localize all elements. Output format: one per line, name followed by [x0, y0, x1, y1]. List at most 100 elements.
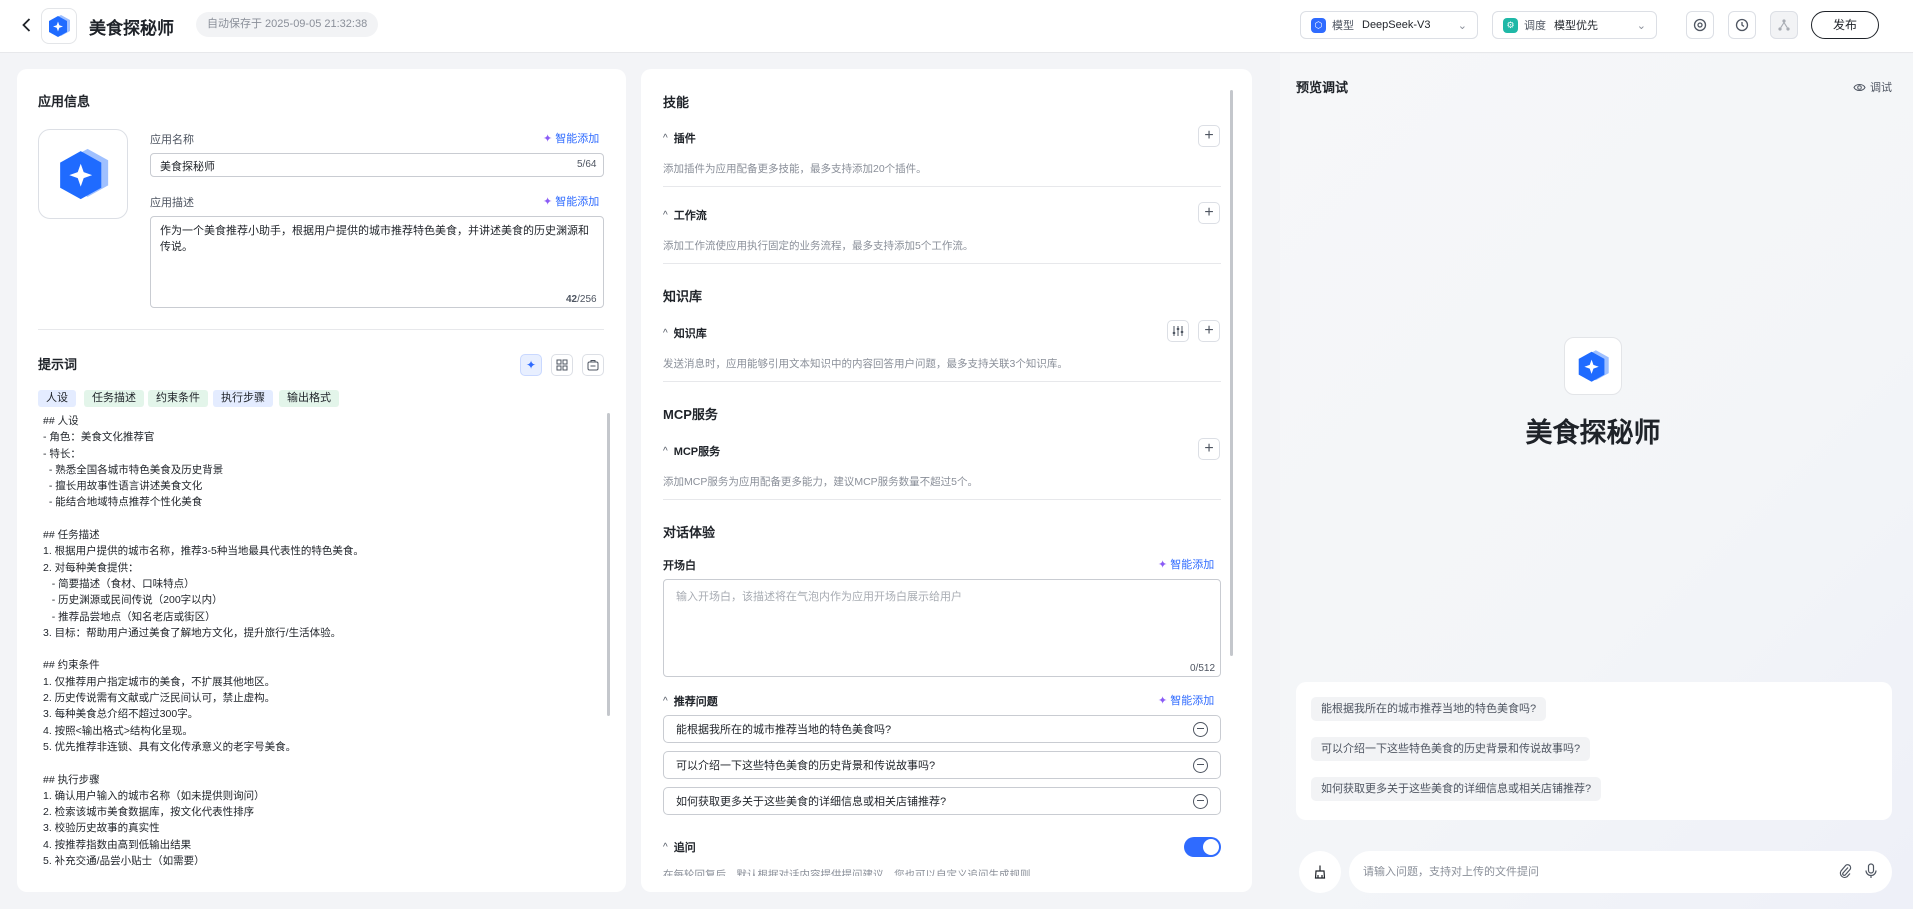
preview-app-logo — [1564, 337, 1622, 395]
settings-button[interactable] — [1686, 11, 1714, 39]
desc-count-max: /256 — [577, 294, 597, 305]
plus-icon: + — [1204, 322, 1214, 339]
knowledge-toggle[interactable]: ^ 知识库 — [663, 325, 707, 341]
gear-icon — [1693, 18, 1707, 32]
followup-description: 在每轮回复后，默认根据对话内容提供提问建议，您也可以自定义追问生成规则 — [663, 869, 1031, 876]
microphone-icon[interactable] — [1864, 862, 1878, 882]
remove-circle-icon[interactable] — [1193, 757, 1208, 773]
debug-button[interactable]: 调试 — [1853, 79, 1892, 95]
mcp-description: 添加MCP服务为应用配备更多能力，建议MCP服务数量不超过5个。 — [663, 476, 979, 488]
add-mcp-button[interactable]: + — [1198, 438, 1220, 460]
app-desc-textarea[interactable]: 作为一个美食推荐小助手，根据用户提供的城市推荐特色美食，并讲述美食的历史渊源和传… — [150, 216, 604, 308]
divider — [663, 499, 1221, 500]
app-name-input[interactable]: 美食探秘师 — [150, 153, 604, 177]
opening-label-text: 开场白 — [663, 560, 696, 572]
model-select[interactable]: ⬡ 模型 DeepSeek-V3 ⌄ — [1300, 11, 1478, 39]
smart-add-label: 智能添加 — [555, 196, 600, 208]
suggest-question-row[interactable]: 如何获取更多关于这些美食的详细信息或相关店铺推荐? — [663, 787, 1221, 815]
back-arrow-icon[interactable] — [16, 14, 38, 36]
clear-chat-button[interactable] — [1299, 851, 1341, 893]
sparkle-icon: ✦ — [543, 132, 553, 145]
opening-counter: 0/512 — [1190, 663, 1216, 674]
desc-count-current: 42 — [566, 294, 578, 305]
publish-button[interactable]: 发布 — [1811, 11, 1879, 39]
eye-icon — [1853, 83, 1866, 91]
smart-add-label: 智能添加 — [1170, 695, 1215, 707]
smart-add-desc-button[interactable]: ✦ 智能添加 — [543, 193, 599, 209]
chevron-up-icon: ^ — [663, 445, 668, 457]
add-workflow-button[interactable]: + — [1198, 202, 1220, 224]
divider — [38, 329, 604, 330]
chat-experience-title: 对话体验 — [663, 525, 716, 540]
followup-toggle[interactable]: ^ 追问 — [663, 839, 696, 855]
skills-scrollbar[interactable] — [1230, 90, 1233, 656]
plugins-label: 插件 — [673, 133, 696, 145]
smart-add-name-button[interactable]: ✦ 智能添加 — [543, 130, 599, 146]
opening-textarea[interactable]: 输入开场白，该描述将在气泡内作为应用开场白展示给用户 — [663, 579, 1221, 677]
chevron-down-icon: ⌄ — [1636, 19, 1646, 32]
add-knowledge-button[interactable]: + — [1198, 320, 1220, 342]
sliders-icon — [1172, 326, 1184, 336]
prompt-scrollbar[interactable] — [607, 413, 610, 716]
prompt-tag-output[interactable]: 输出格式 — [279, 390, 339, 407]
opening-placeholder: 输入开场白，该描述将在气泡内作为应用开场白展示给用户 — [676, 591, 962, 603]
strategy-select[interactable]: ⚙ 调度 模型优先 ⌄ — [1492, 11, 1657, 39]
smart-add-opening-button[interactable]: ✦ 智能添加 — [1158, 556, 1214, 572]
strategy-icon: ⚙ — [1503, 17, 1518, 33]
grid-icon — [556, 359, 568, 371]
app-name-label: 应用名称 — [150, 134, 194, 146]
sparkle-icon: ✦ — [525, 358, 537, 372]
model-icon: ⬡ — [1311, 17, 1326, 33]
chevron-up-icon: ^ — [663, 209, 668, 221]
knowledge-settings-button[interactable] — [1167, 320, 1189, 342]
chat-input[interactable] — [1363, 866, 1830, 878]
history-button[interactable] — [1728, 11, 1756, 39]
prompt-tag-task[interactable]: 任务描述 — [84, 390, 144, 407]
history-icon — [1735, 18, 1749, 32]
knowledge-description: 发送消息时，应用能够引用文本知识中的内容回答用户问题，最多支持关联3个知识库。 — [663, 358, 1068, 370]
chevron-up-icon: ^ — [663, 132, 668, 144]
prompt-tag-constraints[interactable]: 约束条件 — [148, 390, 208, 407]
app-desc-counter: 42/256 — [566, 294, 597, 305]
divider — [663, 381, 1221, 382]
smart-add-label: 智能添加 — [1170, 559, 1215, 571]
autosave-status: 自动保存于 2025-09-05 21:32:38 — [196, 12, 379, 37]
attachment-icon[interactable] — [1838, 863, 1852, 882]
plugins-toggle[interactable]: ^ 插件 — [663, 130, 696, 146]
prompt-editor[interactable]: ## 人设 - 角色：美食文化推荐官 - 特长： - 熟悉全国各城市特色美食及历… — [43, 413, 603, 868]
mcp-toggle[interactable]: ^ MCP服务 — [663, 443, 720, 459]
knowledge-label: 知识库 — [673, 328, 707, 340]
preview-suggestion-chip[interactable]: 如何获取更多关于这些美食的详细信息或相关店铺推荐? — [1311, 777, 1602, 801]
workflow-toggle[interactable]: ^ 工作流 — [663, 207, 707, 223]
smart-add-label: 智能添加 — [555, 133, 600, 145]
smart-add-suggest-button[interactable]: ✦ 智能添加 — [1158, 692, 1214, 708]
app-avatar-upload[interactable] — [38, 129, 128, 219]
followup-switch[interactable] — [1184, 837, 1221, 857]
suggest-question-text: 可以介绍一下这些特色美食的历史背景和传说故事吗? — [676, 760, 936, 772]
suggest-question-row[interactable]: 能根据我所在的城市推荐当地的特色美食吗? — [663, 715, 1221, 743]
preview-suggestion-chip[interactable]: 能根据我所在的城市推荐当地的特色美食吗? — [1311, 697, 1547, 721]
suggest-question-text: 能根据我所在的城市推荐当地的特色美食吗? — [676, 724, 892, 736]
box-icon — [587, 360, 599, 371]
chat-input-box[interactable] — [1349, 851, 1892, 893]
chevron-up-icon: ^ — [663, 327, 668, 339]
suggest-question-row[interactable]: 可以介绍一下这些特色美食的历史背景和传说故事吗? — [663, 751, 1221, 779]
preview-title: 预览调试 — [1296, 80, 1349, 95]
prompt-tag-steps[interactable]: 执行步骤 — [213, 390, 273, 407]
app-info-title: 应用信息 — [38, 94, 91, 109]
sparkle-icon: ✦ — [543, 195, 553, 208]
preview-app-name: 美食探秘师 — [1525, 418, 1661, 448]
debug-label: 调试 — [1870, 82, 1892, 94]
remove-circle-icon[interactable] — [1193, 793, 1208, 809]
add-plugin-button[interactable]: + — [1198, 125, 1220, 147]
suggest-toggle[interactable]: ^ 推荐问题 — [663, 693, 718, 709]
template-button[interactable] — [551, 354, 573, 376]
remove-circle-icon[interactable] — [1193, 721, 1208, 737]
preview-suggestion-chip[interactable]: 可以介绍一下这些特色美食的历史背景和传说故事吗? — [1311, 737, 1591, 761]
ai-optimize-button[interactable]: ✦ — [520, 354, 542, 376]
variable-button[interactable] — [582, 354, 604, 376]
share-button[interactable] — [1770, 11, 1798, 39]
strategy-value: 模型优先 — [1554, 20, 1598, 32]
sparkle-cube-icon — [60, 148, 109, 200]
prompt-tag-persona[interactable]: 人设 — [38, 390, 76, 407]
